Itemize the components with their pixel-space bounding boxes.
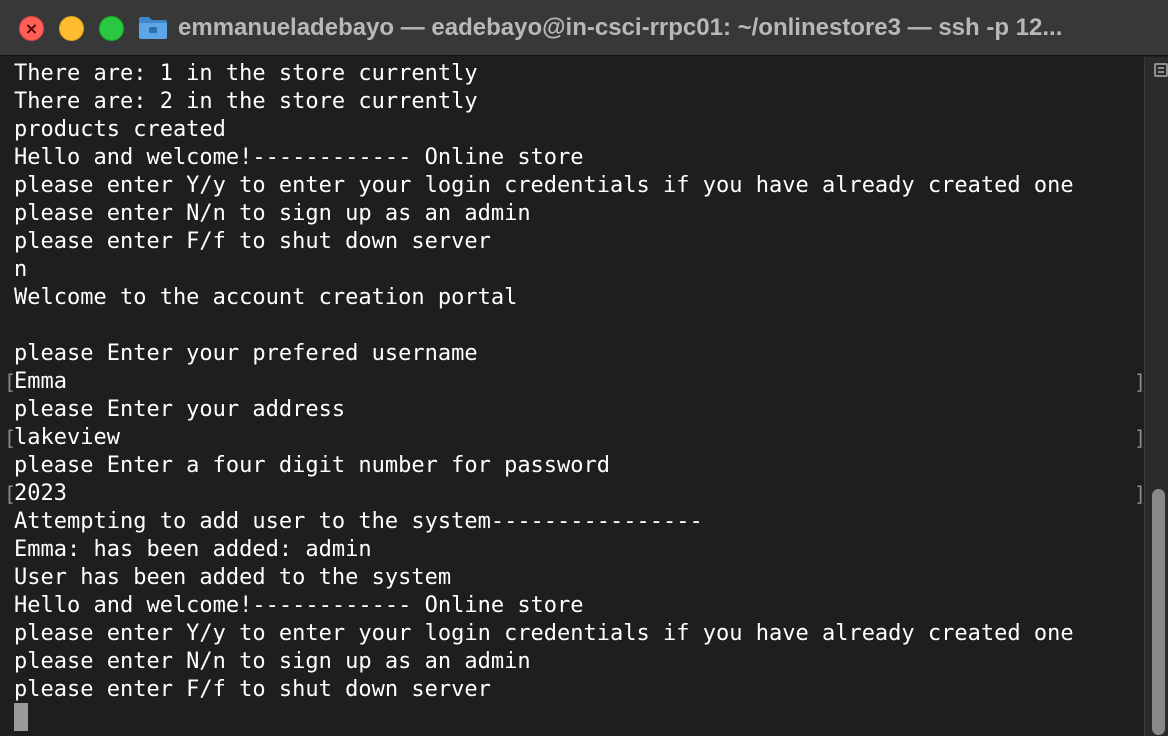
terminal-input-line: 2023	[14, 481, 67, 506]
folder-icon	[139, 17, 167, 39]
marks-icon[interactable]	[1154, 63, 1168, 77]
terminal-input-line: lakeview	[14, 425, 120, 450]
terminal-line: Welcome to the account creation portal	[14, 285, 518, 310]
terminal-line: Emma: has been added: admin	[14, 537, 372, 562]
terminal-line: products created	[14, 117, 226, 142]
terminal-line: There are: 1 in the store currently	[14, 61, 478, 86]
window-title: emmanueladebayo — eadebayo@in-csci-rrpc0…	[178, 14, 1063, 41]
terminal-line: please enter F/f to shut down server	[14, 677, 491, 702]
terminal-line: please Enter your address	[14, 397, 346, 422]
terminal-line: Hello and welcome!------------ Online st…	[14, 145, 584, 170]
terminal-line: n	[14, 257, 28, 282]
zoom-button[interactable]	[99, 16, 124, 41]
terminal-line: please enter Y/y to enter your login cre…	[14, 173, 1074, 198]
terminal-line: please enter Y/y to enter your login cre…	[14, 621, 1074, 646]
terminal-input-line: Emma	[14, 369, 67, 394]
terminal-line: please enter N/n to sign up as an admin	[14, 649, 531, 674]
terminal-line: There are: 2 in the store currently	[14, 89, 478, 114]
terminal-line: Hello and welcome!------------ Online st…	[14, 593, 584, 618]
close-icon: ×	[24, 18, 39, 38]
close-button[interactable]: ×	[19, 16, 44, 41]
terminal-line: Attempting to add user to the system----…	[14, 509, 703, 534]
terminal-window: × emmanueladebayo — eadebayo@in-csci-rrp…	[0, 0, 1168, 736]
terminal-line: User has been added to the system	[14, 565, 452, 590]
minimize-button[interactable]	[59, 16, 84, 41]
terminal-line: please enter F/f to shut down server	[14, 229, 491, 254]
terminal-line: please enter N/n to sign up as an admin	[14, 201, 531, 226]
title-bar: × emmanueladebayo — eadebayo@in-csci-rrp…	[0, 0, 1168, 56]
scrollbar-thumb[interactable]	[1152, 489, 1165, 735]
vertical-scrollbar[interactable]	[1144, 57, 1168, 736]
terminal-cursor	[14, 703, 28, 731]
terminal-output[interactable]: There are: 1 in the store currently Ther…	[0, 57, 1146, 736]
terminal-line: please Enter your prefered username	[14, 341, 478, 366]
terminal-line: please Enter a four digit number for pas…	[14, 453, 611, 478]
